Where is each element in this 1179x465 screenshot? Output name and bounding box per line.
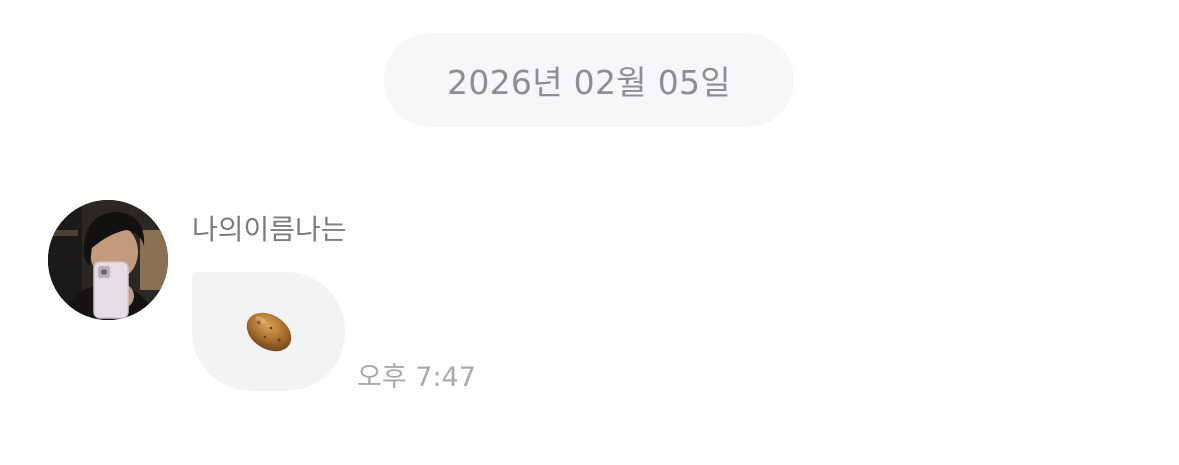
date-separator: 2026년 02월 05일: [384, 33, 794, 127]
potato-emoji-icon: [246, 312, 291, 351]
date-separator-label: 2026년 02월 05일: [447, 63, 731, 102]
sender-name: 나의이름나는: [192, 213, 347, 246]
avatar[interactable]: [48, 200, 168, 320]
message-time: 오후 7:47: [357, 362, 476, 393]
message-bubble[interactable]: [192, 272, 345, 391]
avatar-photo: [48, 200, 168, 320]
chat-screen: 2026년 02월 05일 나의이름나는 오후 7:47: [0, 0, 1179, 465]
